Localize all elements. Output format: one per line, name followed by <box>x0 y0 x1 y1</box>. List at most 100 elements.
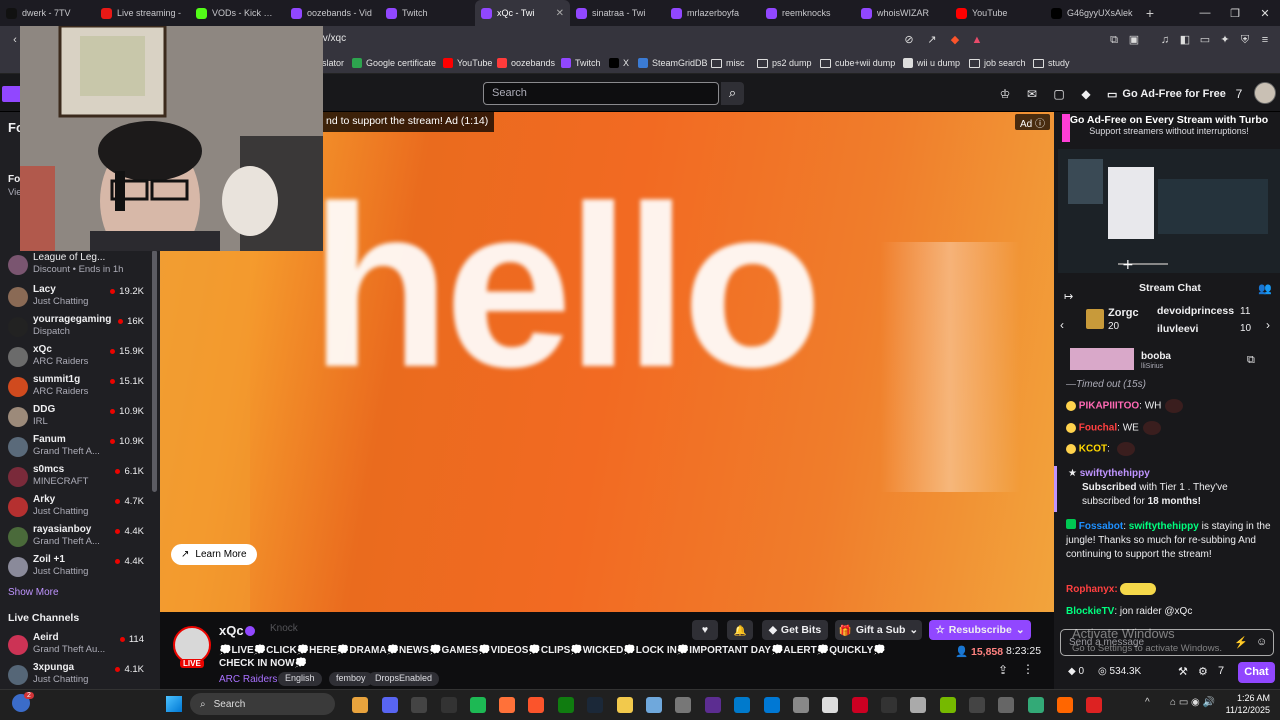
learn-more-button[interactable]: ↗ Learn More <box>171 544 257 565</box>
minimize-icon[interactable]: — <box>1190 0 1220 26</box>
category-link[interactable]: ARC Raiders <box>219 674 277 685</box>
app-icon[interactable] <box>881 697 897 713</box>
browser-tab[interactable]: VODs - Kick Dash <box>190 0 285 26</box>
notepad-icon[interactable] <box>646 697 662 713</box>
crown-icon[interactable]: ♔ <box>997 86 1013 102</box>
explorer-icon[interactable] <box>617 697 633 713</box>
browser-tab[interactable]: reemknocks <box>760 0 855 26</box>
close-tab-icon[interactable]: ✕ <box>556 8 564 19</box>
notifications-icon[interactable]: ◆ <box>1078 86 1094 102</box>
steam-icon[interactable] <box>587 697 603 713</box>
chat-username[interactable]: Fossabot <box>1079 521 1123 532</box>
sidebar-channel[interactable]: xQc ARC Raiders 15.9K <box>0 344 152 374</box>
sidebar-channel[interactable]: 3xpunga Just Chatting 4.1K <box>0 662 152 692</box>
chevron-left-icon[interactable]: ‹ <box>1060 318 1064 332</box>
app-icon[interactable] <box>793 697 809 713</box>
discord-icon[interactable] <box>382 697 398 713</box>
chat-username[interactable]: BlockieTV <box>1066 606 1114 617</box>
chat-username[interactable]: Rophanyx: <box>1066 584 1118 595</box>
turbo-promo[interactable]: Go Ad-Free on Every Stream with Turbo Su… <box>1062 114 1276 142</box>
emote-picker-icon[interactable]: ⚡ <box>1234 636 1248 649</box>
settings-icon[interactable]: ⚙ <box>1198 665 1208 678</box>
twitch-logo[interactable] <box>2 86 22 102</box>
vs-icon[interactable] <box>705 697 721 713</box>
share-icon[interactable]: ↗ <box>925 33 939 47</box>
sidebar-channel[interactable]: summit1g ARC Raiders 15.1K <box>0 374 152 404</box>
4k-icon[interactable] <box>441 697 457 713</box>
tray-chevron-icon[interactable]: ^ <box>1145 697 1150 708</box>
vscode-icon[interactable] <box>734 697 750 713</box>
notify-button[interactable]: 🔔 <box>727 620 753 640</box>
avatar[interactable] <box>1254 82 1276 104</box>
app-icon[interactable] <box>1057 697 1073 713</box>
browser-tab[interactable]: Live streaming - <box>95 0 190 26</box>
vpn-icon[interactable]: ⛨ <box>1238 33 1252 47</box>
ad-tag[interactable]: Ad ⓘ <box>1015 114 1051 130</box>
ffz-icon[interactable]: ⚒ <box>1178 665 1188 678</box>
sidebar-scrollbar[interactable] <box>152 250 157 492</box>
stream-tag[interactable]: femboy <box>329 672 373 686</box>
nvidia-icon[interactable] <box>940 697 956 713</box>
sidebar-channel[interactable]: yourragegaming Dispatch 16K <box>0 314 152 344</box>
maximize-icon[interactable]: ❐ <box>1220 0 1250 26</box>
emoji-icon[interactable]: ☺ <box>1256 636 1267 648</box>
brave-icon[interactable] <box>528 697 544 713</box>
browser-tab[interactable]: Twitch <box>380 0 475 26</box>
bookmark-item[interactable]: YouTube <box>443 55 492 71</box>
sidebar-channel[interactable]: Lacy Just Chatting 19.2K <box>0 284 152 314</box>
bookmark-item[interactable]: misc <box>711 55 745 71</box>
folder-icon[interactable] <box>352 697 368 713</box>
search-input[interactable]: Search <box>483 82 719 105</box>
brave-shield-icon[interactable]: ◆ <box>948 33 962 47</box>
wallet-icon[interactable]: ▭ <box>1198 33 1212 47</box>
knock-button[interactable]: Knock <box>270 623 298 634</box>
rewards-icon[interactable]: ▲ <box>970 33 984 47</box>
sidebar-channel[interactable]: s0mcs MINECRAFT 6.1K <box>0 464 152 494</box>
whispers-icon[interactable]: ▢ <box>1051 86 1067 102</box>
spotify-icon[interactable] <box>470 697 486 713</box>
browser-tab[interactable]: xQc - Twi ✕ <box>475 0 570 26</box>
sidebar-toggle-icon[interactable]: ◧ <box>1178 33 1192 47</box>
app-icon[interactable] <box>822 697 838 713</box>
app-icon[interactable] <box>998 697 1014 713</box>
app-icon[interactable] <box>969 697 985 713</box>
users-icon[interactable]: 👥 <box>1258 282 1272 295</box>
channel-points[interactable]: ◎ 534.3K <box>1098 666 1141 677</box>
bookmark-item[interactable]: SteamGridDB <box>638 55 708 71</box>
chevron-right-icon[interactable]: › <box>1266 318 1270 332</box>
stream-tag[interactable]: English <box>278 672 322 686</box>
show-more-link[interactable]: Show More <box>8 587 59 598</box>
sidebar-channel[interactable]: rayasianboy Grand Theft A... 4.4K <box>0 524 152 554</box>
music-icon[interactable]: ♫ <box>1158 33 1172 47</box>
bookmark-item[interactable]: job search <box>969 55 1026 71</box>
no-track-icon[interactable]: ⊘ <box>902 33 916 47</box>
chat-username[interactable]: KCOT <box>1079 444 1107 455</box>
close-window-icon[interactable]: ✕ <box>1250 0 1280 26</box>
screenshot-icon[interactable]: ▣ <box>1127 33 1141 47</box>
browser-tab[interactable]: sinatraa - Twi <box>570 0 665 26</box>
bits-balance[interactable]: ◆ 0 <box>1068 666 1084 677</box>
chat-send-button[interactable]: Chat <box>1238 662 1275 683</box>
bookmark-item[interactable]: cube+wii dump <box>820 55 895 71</box>
taskbar-search[interactable]: ⌕ Search <box>190 693 335 715</box>
bookmark-item[interactable]: X <box>609 55 629 71</box>
xbox-icon[interactable] <box>558 697 574 713</box>
new-tab-icon[interactable]: + <box>1140 5 1160 21</box>
7tv-icon[interactable]: 7 <box>1218 665 1224 677</box>
app-icon[interactable] <box>852 697 868 713</box>
photos-icon[interactable] <box>764 697 780 713</box>
sidebar-channel[interactable]: Zoil +1 Just Chatting 4.4K <box>0 554 152 584</box>
stream-tag[interactable]: DropsEnabled <box>368 672 440 686</box>
chat-username[interactable]: Fouchal <box>1079 423 1117 434</box>
sidebar-channel[interactable]: Fanum Grand Theft A... 10.9K <box>0 434 152 464</box>
chat-username[interactable]: PIKAPIIITOO <box>1079 401 1139 412</box>
browser-tab[interactable]: YouTube <box>950 0 1045 26</box>
follow-button[interactable]: ♥ <box>692 620 718 640</box>
share-icon[interactable]: ⇪ <box>998 663 1008 677</box>
gift-sub-button[interactable]: 🎁 Gift a Sub ⌄ <box>835 620 922 640</box>
sidebar-channel[interactable]: Aeird Grand Theft Au... 114 <box>0 632 152 662</box>
inbox-icon[interactable]: ✉ <box>1024 86 1040 102</box>
address-bar-url[interactable]: tv/xqc <box>320 33 346 44</box>
browser-tab[interactable]: oozebands - Vid <box>285 0 380 26</box>
extensions-icon[interactable]: ⧉ <box>1107 33 1121 47</box>
